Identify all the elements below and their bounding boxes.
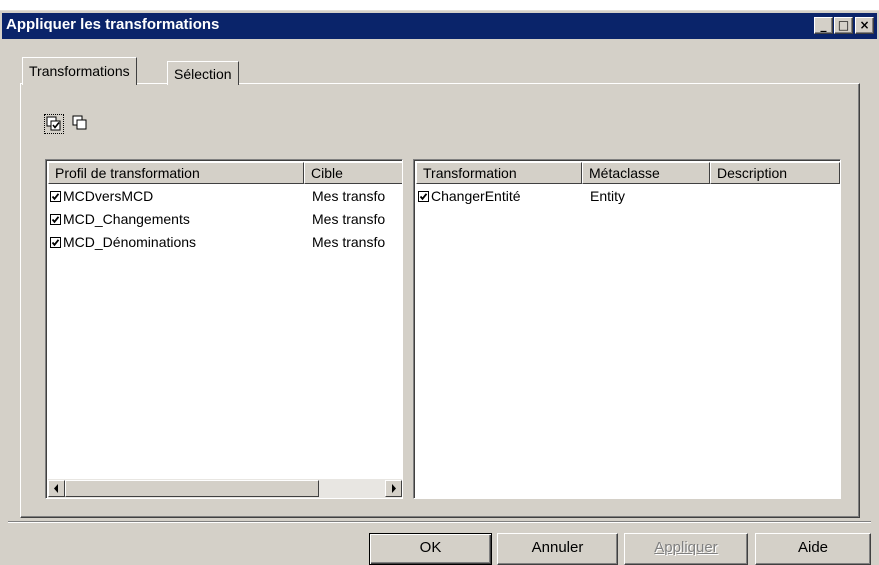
column-header-description[interactable]: Description: [710, 162, 840, 184]
profile-target: Mes transfo: [312, 234, 386, 250]
window-title: Appliquer les transformations: [6, 16, 220, 33]
help-button[interactable]: Aide: [755, 533, 871, 565]
profile-target: Mes transfo: [312, 188, 386, 204]
list-item[interactable]: ChangerEntité Entity: [418, 185, 838, 207]
scroll-left-button[interactable]: [48, 480, 65, 497]
cancel-button-label: Annuler: [531, 539, 584, 556]
transformation-profile-list[interactable]: Profil de transformation Cible MCDversMC…: [45, 159, 403, 499]
ok-button-label: OK: [419, 539, 442, 556]
tab-selection-label: Sélection: [174, 66, 232, 82]
column-header-profile[interactable]: Profil de transformation: [48, 162, 304, 184]
column-header-description-label: Description: [717, 165, 788, 181]
tab-panel: Profil de transformation Cible MCDversMC…: [20, 83, 860, 518]
profile-name: MCD_Dénominations: [63, 234, 197, 250]
dialog-window: Appliquer les transformations _ □ × Tran…: [0, 10, 879, 565]
horizontal-scrollbar[interactable]: [48, 479, 402, 498]
checkbox[interactable]: [50, 214, 61, 225]
column-header-transformation[interactable]: Transformation: [416, 162, 582, 184]
column-header-target[interactable]: Cible: [304, 162, 402, 184]
column-header-profile-label: Profil de transformation: [55, 165, 200, 181]
ok-button[interactable]: OK: [369, 533, 492, 565]
scroll-right-button[interactable]: [385, 480, 402, 497]
apply-button-label: Appliquer: [654, 539, 718, 556]
transformation-name: ChangerEntité: [431, 188, 521, 204]
deselect-all-icon[interactable]: [71, 114, 91, 134]
column-header-metaclass-label: Métaclasse: [589, 165, 660, 181]
close-button[interactable]: ×: [855, 17, 874, 34]
tab-transformations[interactable]: Transformations: [22, 57, 137, 85]
tab-transformations-label: Transformations: [29, 63, 130, 79]
checkbox[interactable]: [50, 191, 61, 202]
list-item[interactable]: MCD_Dénominations Mes transfo: [50, 231, 402, 253]
help-button-label: Aide: [797, 539, 829, 556]
separator: [8, 521, 871, 523]
scroll-thumb[interactable]: [65, 480, 319, 497]
select-all-icon[interactable]: [44, 114, 64, 134]
apply-button[interactable]: Appliquer: [624, 533, 748, 565]
maximize-button[interactable]: □: [834, 17, 853, 34]
transformation-metaclass: Entity: [590, 188, 626, 204]
checkbox[interactable]: [418, 191, 429, 202]
column-header-transformation-label: Transformation: [423, 165, 517, 181]
list-item[interactable]: MCDversMCD Mes transfo: [50, 185, 402, 207]
cancel-button[interactable]: Annuler: [497, 533, 618, 565]
checkbox[interactable]: [50, 237, 61, 248]
column-header-target-label: Cible: [311, 165, 343, 181]
profile-name: MCDversMCD: [63, 188, 154, 204]
column-header-metaclass[interactable]: Métaclasse: [582, 162, 710, 184]
minimize-button[interactable]: _: [814, 17, 833, 34]
tab-selection[interactable]: Sélection: [167, 61, 239, 85]
profile-target: Mes transfo: [312, 211, 386, 227]
title-bar[interactable]: Appliquer les transformations _ □ ×: [2, 13, 877, 39]
profile-name: MCD_Changements: [63, 211, 190, 227]
list-item[interactable]: MCD_Changements Mes transfo: [50, 208, 402, 230]
transformation-list[interactable]: Transformation Métaclasse Description Ch…: [413, 159, 841, 499]
